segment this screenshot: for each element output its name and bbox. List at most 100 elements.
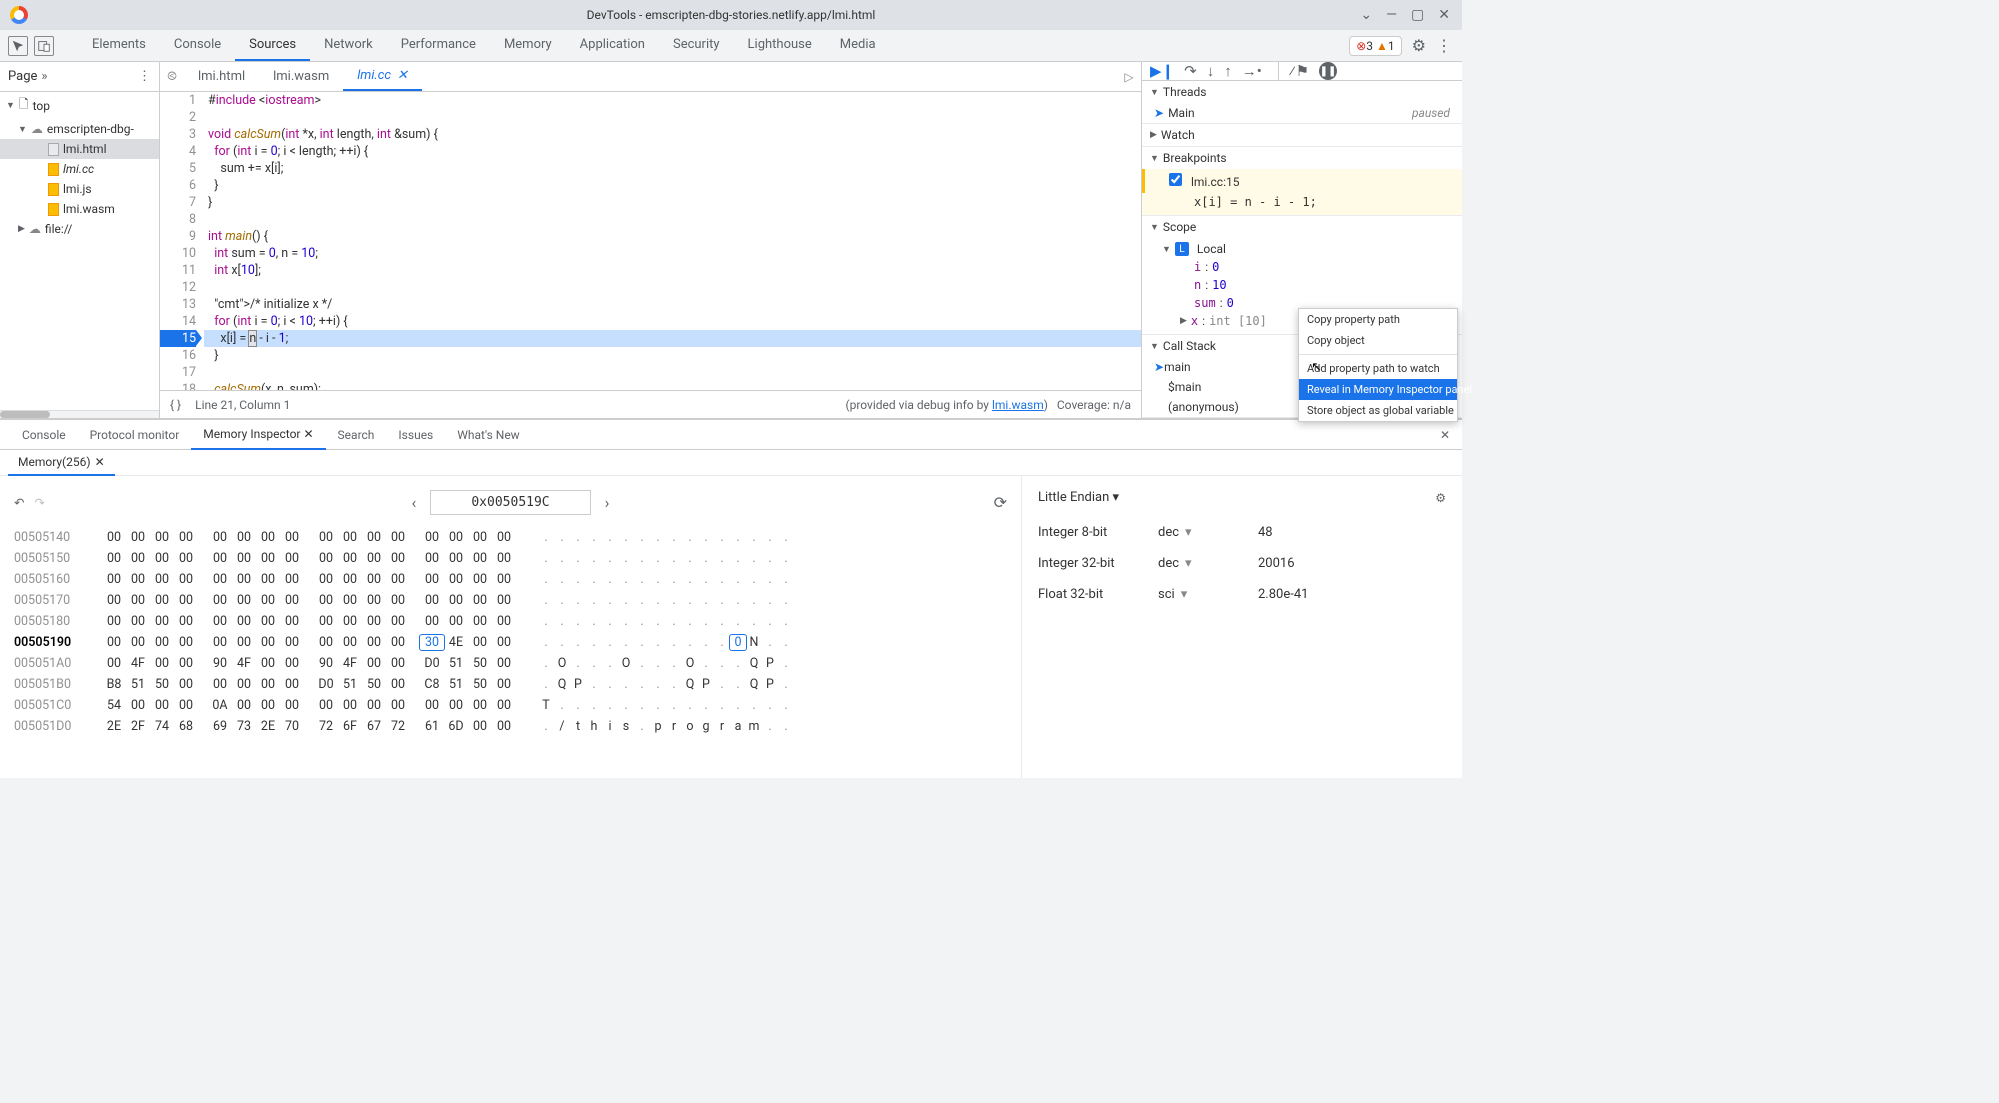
chevron-down-icon[interactable]: ⌄ — [1360, 7, 1372, 23]
line-gutter[interactable]: 123456789101112131415161718192021 — [160, 92, 204, 390]
status-counter[interactable]: ⊗ 3 ▲ 1 — [1349, 36, 1401, 56]
refresh-icon[interactable]: ⟳ — [994, 493, 1007, 512]
device-toolbar-icon[interactable] — [34, 36, 54, 56]
hex-row[interactable]: 00505190000000000000000000000000304E0000… — [14, 632, 1007, 653]
hex-row[interactable]: 005051A0004F0000904F0000904F0000D0515000… — [14, 653, 1007, 674]
scope-var[interactable]: n: 10 — [1162, 276, 1454, 294]
more-chevron-icon[interactable]: » — [41, 69, 47, 84]
hex-row[interactable]: 005051D02E2F746869732E70726F6772616D0000… — [14, 716, 1007, 737]
step-over-icon[interactable]: ↷ — [1184, 62, 1197, 80]
context-menu-item[interactable]: Copy property path — [1299, 309, 1457, 330]
step-icon[interactable]: →• — [1242, 62, 1262, 80]
main-tab-security[interactable]: Security — [659, 30, 734, 61]
editor-tab[interactable]: lmi.cc✕ — [343, 62, 422, 91]
tree-file[interactable]: lmi.js — [0, 179, 159, 199]
nav-back-icon[interactable]: ⧀ — [160, 69, 184, 84]
hex-row[interactable]: 0050517000000000000000000000000000000000… — [14, 590, 1007, 611]
endian-select[interactable]: Little Endian ▾ — [1038, 490, 1119, 505]
run-snippet-icon[interactable]: ▷ — [1117, 70, 1141, 84]
inspect-element-icon[interactable] — [8, 36, 28, 56]
tree-file[interactable]: lmi.html — [0, 139, 159, 159]
watch-header[interactable]: ▶Watch — [1142, 124, 1462, 146]
hex-row[interactable]: 0050518000000000000000000000000000000000… — [14, 611, 1007, 632]
pause-on-exceptions-icon[interactable]: ❚❚ — [1319, 62, 1337, 80]
format-select[interactable]: sci ▾ — [1158, 587, 1258, 602]
drawer-tab[interactable]: Console — [10, 421, 78, 449]
scope-local[interactable]: ▼LLocal — [1162, 240, 1454, 258]
more-kebab-icon[interactable]: ⋮ — [1436, 36, 1452, 55]
close-drawer-icon[interactable]: ✕ — [1440, 428, 1462, 442]
main-tab-memory[interactable]: Memory — [490, 30, 566, 61]
context-menu-item[interactable]: Store object as global variable — [1299, 400, 1457, 421]
settings-gear-icon[interactable]: ⚙ — [1412, 36, 1426, 55]
drawer-tab[interactable]: Protocol monitor — [78, 421, 192, 449]
tree-file[interactable]: lmi.cc — [0, 159, 159, 179]
main-tab-performance[interactable]: Performance — [387, 30, 490, 61]
maximize-icon[interactable]: ▢ — [1411, 7, 1424, 23]
main-tab-media[interactable]: Media — [826, 30, 890, 61]
tree-file-origin[interactable]: ▶file:// — [0, 219, 159, 239]
step-out-icon[interactable]: ↑ — [1224, 62, 1232, 80]
page-panel-title[interactable]: Page — [8, 69, 37, 84]
code-area[interactable]: 123456789101112131415161718192021 #inclu… — [160, 92, 1141, 390]
undo-icon[interactable]: ↶ — [14, 495, 24, 511]
step-into-icon[interactable]: ↓ — [1207, 62, 1215, 80]
main-tab-sources[interactable]: Sources — [235, 30, 310, 61]
drawer-tab[interactable]: Search — [326, 421, 387, 449]
context-menu-item[interactable]: Copy object — [1299, 330, 1457, 351]
main-tab-network[interactable]: Network — [310, 30, 387, 61]
threads-header[interactable]: ▼Threads — [1142, 81, 1462, 103]
next-page-icon[interactable]: › — [605, 493, 610, 512]
braces-icon[interactable]: { } — [170, 398, 181, 412]
main-tab-elements[interactable]: Elements — [78, 30, 160, 61]
tree-file[interactable]: lmi.wasm — [0, 199, 159, 219]
main-toolbar: ElementsConsoleSourcesNetworkPerformance… — [0, 30, 1462, 62]
minimize-icon[interactable]: — — [1386, 7, 1397, 23]
close-tab-icon[interactable]: ✕ — [95, 455, 105, 469]
breakpoint-item[interactable]: lmi.cc:15 — [1142, 169, 1462, 193]
prev-page-icon[interactable]: ‹ — [412, 493, 417, 512]
breakpoints-header[interactable]: ▼Breakpoints — [1142, 147, 1462, 169]
hex-row[interactable]: 0050514000000000000000000000000000000000… — [14, 527, 1007, 548]
main-tab-application[interactable]: Application — [566, 30, 659, 61]
code-lines[interactable]: #include <iostream>void calcSum(int *x, … — [204, 92, 1141, 390]
window-title: DevTools - emscripten-dbg-stories.netlif… — [587, 8, 876, 22]
thread-row[interactable]: ➤Mainpaused — [1142, 103, 1462, 123]
tree-top[interactable]: ▼🗋top — [0, 92, 159, 119]
wasm-source-link[interactable]: lmi.wasm — [992, 398, 1044, 412]
hex-row[interactable]: 005051C0540000000A0000000000000000000000… — [14, 695, 1007, 716]
close-tab-icon[interactable]: ✕ — [303, 427, 313, 441]
source-editor: ⧀ lmi.html lmi.wasm lmi.cc✕ ▷ 1234567891… — [160, 62, 1142, 418]
page-kebab-icon[interactable]: ⋮ — [138, 69, 151, 84]
context-menu-item[interactable]: Reveal in Memory Inspector panel — [1299, 379, 1457, 400]
editor-tab[interactable]: lmi.html — [184, 63, 259, 90]
main-tab-lighthouse[interactable]: Lighthouse — [734, 30, 826, 61]
resume-icon[interactable]: ▶❙ — [1150, 62, 1174, 80]
scope-var[interactable]: i: 0 — [1162, 258, 1454, 276]
context-menu-item[interactable]: Add property path to watch — [1299, 358, 1457, 379]
format-select[interactable]: dec ▾ — [1158, 556, 1258, 571]
type-row: Float 32-bitsci ▾2.80e-41 — [1038, 579, 1446, 610]
scope-header[interactable]: ▼Scope — [1142, 216, 1462, 238]
drawer-tab[interactable]: What's New — [445, 421, 531, 449]
redo-icon[interactable]: ↷ — [34, 495, 44, 511]
type-row: Integer 8-bitdec ▾48 — [1038, 517, 1446, 548]
main-tab-console[interactable]: Console — [160, 30, 235, 61]
hex-row[interactable]: 005051B0B851500000000000D0515000C8515000… — [14, 674, 1007, 695]
close-tab-icon[interactable]: ✕ — [397, 68, 408, 83]
types-settings-icon[interactable]: ⚙ — [1435, 491, 1446, 505]
breakpoint-checkbox[interactable] — [1169, 173, 1182, 186]
drawer-tab[interactable]: Memory Inspector ✕ — [191, 420, 325, 450]
hex-row[interactable]: 0050515000000000000000000000000000000000… — [14, 548, 1007, 569]
address-input[interactable]: 0x0050519C — [430, 490, 590, 515]
close-icon[interactable]: ✕ — [1438, 7, 1450, 23]
deactivate-breakpoints-icon[interactable]: ⁄⚑ — [1278, 62, 1309, 80]
drawer-tab[interactable]: Issues — [386, 421, 445, 449]
memory-tab[interactable]: Memory(256)✕ — [8, 450, 115, 476]
scrollbar[interactable] — [0, 410, 159, 418]
tree-origin[interactable]: ▼emscripten-dbg- — [0, 119, 159, 139]
drawer: ConsoleProtocol monitorMemory Inspector … — [0, 418, 1462, 778]
editor-tab[interactable]: lmi.wasm — [259, 63, 343, 90]
hex-row[interactable]: 0050516000000000000000000000000000000000… — [14, 569, 1007, 590]
format-select[interactable]: dec ▾ — [1158, 525, 1258, 540]
